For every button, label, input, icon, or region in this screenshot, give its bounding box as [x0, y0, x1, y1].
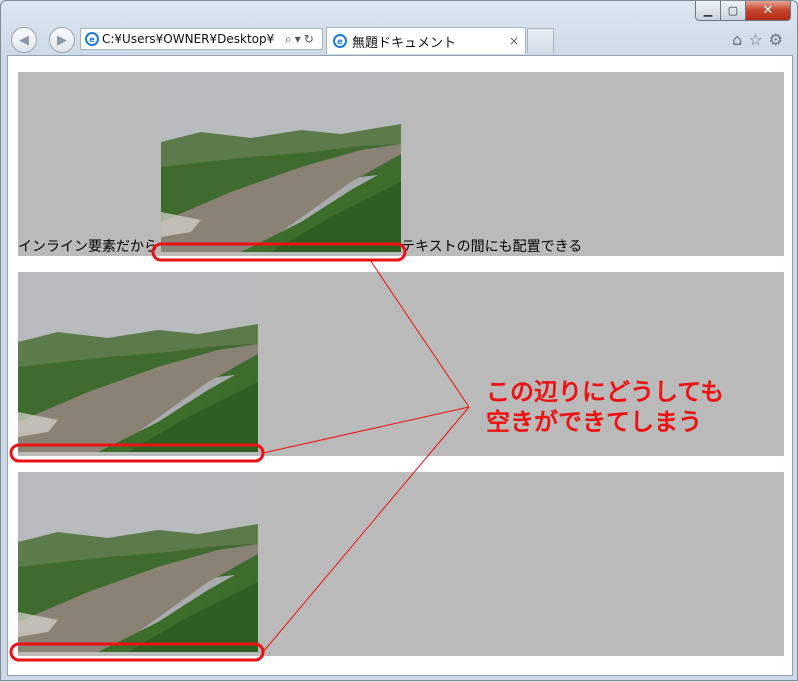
refresh-icon[interactable]: ↻	[304, 32, 314, 46]
gear-icon[interactable]: ⚙	[769, 30, 783, 49]
text-before-image: インライン要素だから	[18, 238, 158, 254]
toolbar-right-icons: ⌂ ☆ ⚙	[732, 30, 783, 49]
ie-tab-icon: e	[333, 34, 347, 48]
river-photo-2	[18, 272, 258, 452]
minimize-button[interactable]: ▁	[695, 1, 721, 21]
gray-box-3	[18, 472, 784, 656]
address-bar[interactable]: e C:¥Users¥OWNER¥Desktop¥ ⌕ ▾ ↻	[80, 28, 323, 50]
favorites-star-icon[interactable]: ☆	[748, 30, 762, 49]
tab-active[interactable]: e 無題ドキュメント ×	[326, 27, 526, 54]
river-photo-1	[161, 72, 401, 252]
annotation-line-2: 空きができてしまう	[486, 408, 702, 436]
back-arrow-icon: ◀	[19, 32, 29, 48]
new-tab-button[interactable]	[527, 28, 554, 53]
page-viewport: インライン要素だから テキストの間にも配置できる	[7, 55, 793, 676]
tab-close-icon[interactable]: ×	[509, 34, 519, 48]
home-icon[interactable]: ⌂	[732, 30, 742, 49]
maximize-button[interactable]: ▢	[721, 1, 746, 21]
back-button[interactable]: ◀	[11, 27, 37, 53]
address-input[interactable]: C:¥Users¥OWNER¥Desktop¥	[102, 32, 282, 46]
forward-arrow-icon: ▶	[57, 32, 67, 48]
annotation-text: この辺りにどうしても 空きができてしまう	[486, 377, 724, 437]
dropdown-icon[interactable]: ▾	[295, 32, 301, 46]
tab-title: 無題ドキュメント	[352, 35, 457, 51]
text-after-image: テキストの間にも配置できる	[401, 238, 583, 254]
river-photo-3	[18, 472, 258, 652]
window-caption-buttons: ▁ ▢ ✕	[695, 1, 791, 21]
search-icon[interactable]: ⌕	[285, 32, 292, 47]
browser-window: ▁ ▢ ✕ ◀ ▶ e C:¥Users¥OWNER¥Desktop¥ ⌕ ▾ …	[0, 0, 798, 681]
ie-page-icon: e	[85, 32, 99, 46]
gray-box-1: インライン要素だから テキストの間にも配置できる	[18, 72, 784, 256]
annotation-line-1: この辺りにどうしても	[486, 378, 725, 406]
close-button[interactable]: ✕	[746, 1, 791, 21]
forward-button[interactable]: ▶	[49, 27, 75, 53]
